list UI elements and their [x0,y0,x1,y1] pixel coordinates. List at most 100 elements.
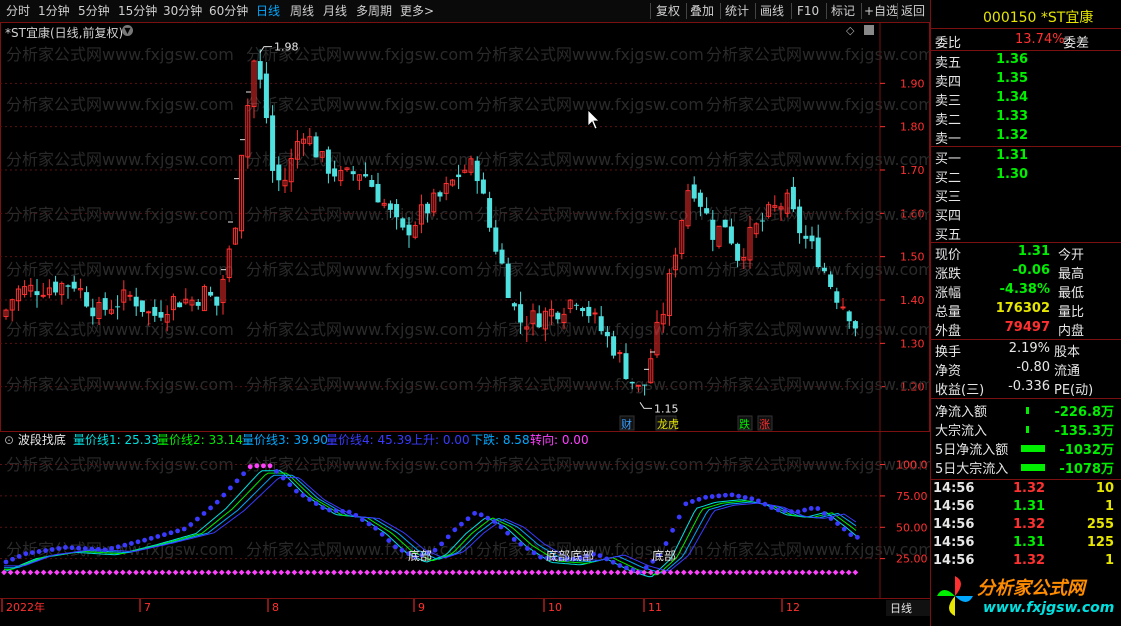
tab-30min[interactable]: 30分钟 [163,0,202,22]
sell-row[interactable]: 卖二 1.33 [931,108,1121,128]
turn-marker [436,569,443,576]
trend-dot [333,508,339,514]
candle-body [617,352,623,355]
candle-body [797,206,803,234]
candle-body [505,263,511,298]
chevron-down-icon[interactable]: ▼ [122,25,133,36]
trend-dot [610,559,616,565]
turn-marker [179,569,186,576]
trend-dot [393,544,398,550]
turn-marker [423,569,430,576]
turn-marker [245,569,252,576]
turn-marker [430,569,436,576]
turn-marker [740,569,747,576]
trend-dot [439,541,444,547]
turn-marker [225,569,232,576]
date-label: 12 [786,601,800,614]
tab-60min[interactable]: 60分钟 [209,0,248,22]
watermark-text: 分析家公式网www.fxjgsw.com [246,95,474,114]
tab-weekly[interactable]: 周线 [290,0,314,22]
tick-price: 1.31 [1013,535,1046,550]
tab-multi-period[interactable]: 多周期 [356,0,392,22]
tab-daily[interactable]: 日线 [256,0,280,22]
tab-fenshi[interactable]: 分时 [6,0,30,22]
circle-icon[interactable]: ⊙ [4,433,14,447]
candle-body [102,298,108,310]
turn-marker [502,569,509,576]
back-button[interactable]: 返回 [901,0,925,22]
trend-dot [855,534,860,540]
kline-chart[interactable]: 1.901.801.701.601.501.401.301.20分析家公式网ww… [0,22,930,626]
tab-5min[interactable]: 5分钟 [78,0,110,22]
event-marker[interactable]: 涨 [759,418,770,431]
buy-row[interactable]: 买四 [931,204,1121,224]
turn-marker [562,569,568,576]
buy-row[interactable]: 买五 [931,223,1121,243]
indicator-name[interactable]: 波段找底 [18,433,66,447]
candle-body [735,243,741,261]
tab-1min[interactable]: 1分钟 [38,0,70,22]
turn-marker [232,569,238,576]
window-toggle-icon[interactable] [864,25,874,35]
flow-value: -1032万 [1059,443,1114,458]
candle-body [369,180,375,187]
sell-row[interactable]: 卖三 1.34 [931,89,1121,109]
watermark-text: 分析家公式网www.fxjgsw.com [476,150,704,169]
trend-dot [399,547,405,553]
buy-level-label: 买二 [935,171,962,186]
trend-dot [168,530,174,536]
watermark-text: 分析家公式网www.fxjgsw.com [706,45,930,64]
sell-row[interactable]: 卖一 1.32 [931,127,1121,147]
watermark-text: 分析家公式网www.fxjgsw.com [706,320,930,339]
trend-dot [56,546,62,551]
event-marker[interactable]: 财 [621,417,632,431]
turn-marker [205,569,212,576]
buy-row[interactable]: 买一 1.31 [931,147,1121,167]
candle-body [152,306,158,316]
diamond-icon[interactable]: ◇ [846,24,854,37]
event-marker[interactable]: 龙虎 [657,418,679,431]
candle-body [195,302,201,306]
candle-body [598,316,604,332]
trend-dot [69,545,75,551]
turn-marker [568,569,575,576]
add-favorite-button[interactable]: +自选 [864,0,898,22]
flow-label: 大宗流入 [935,424,988,439]
watermark-text: 分析家公式网www.fxjgsw.com [476,205,704,224]
turn-marker [337,569,344,576]
turn-marker [733,569,740,576]
fund-label: 净资 [935,364,962,379]
tab-monthly[interactable]: 月线 [323,0,347,22]
stock-code-name: 000150 *ST宜康 [983,10,1094,26]
sell-row[interactable]: 卖五 1.36 [931,51,1121,71]
trend-dot [709,494,715,499]
tab-more[interactable]: 更多> [400,0,434,22]
mark-button[interactable]: 标记 [831,0,855,22]
turn-marker [509,569,516,576]
candle-body [691,184,697,199]
fund-label-2: 流通 [1054,364,1081,379]
ind-y-tick-label: 50.00 [896,521,928,534]
event-marker[interactable]: 跌 [739,417,750,431]
buy-row[interactable]: 买二 1.30 [931,166,1121,186]
turn-marker [403,569,410,576]
buy-level-label: 买五 [935,228,962,243]
trend-dot [287,482,293,488]
trend-dot [109,546,114,551]
buy-row[interactable]: 买三 [931,185,1121,205]
trend-dot [703,494,708,500]
overlay-button[interactable]: 叠加 [690,0,714,22]
turn-marker [53,569,60,576]
draw-line-button[interactable]: 画线 [760,0,784,22]
trend-dot [228,485,233,491]
flow-value: -135.3万 [1054,424,1114,439]
sell-row[interactable]: 卖四 1.35 [931,70,1121,90]
turn-marker [819,569,826,576]
fuquan-button[interactable]: 复权 [656,0,680,22]
stats-button[interactable]: 统计 [725,0,749,22]
turn-marker [73,569,80,576]
divider [931,398,1121,399]
tab-15min[interactable]: 15分钟 [118,0,157,22]
f10-button[interactable]: F10 [797,0,819,22]
stat-label-2: 量比 [1058,305,1085,320]
